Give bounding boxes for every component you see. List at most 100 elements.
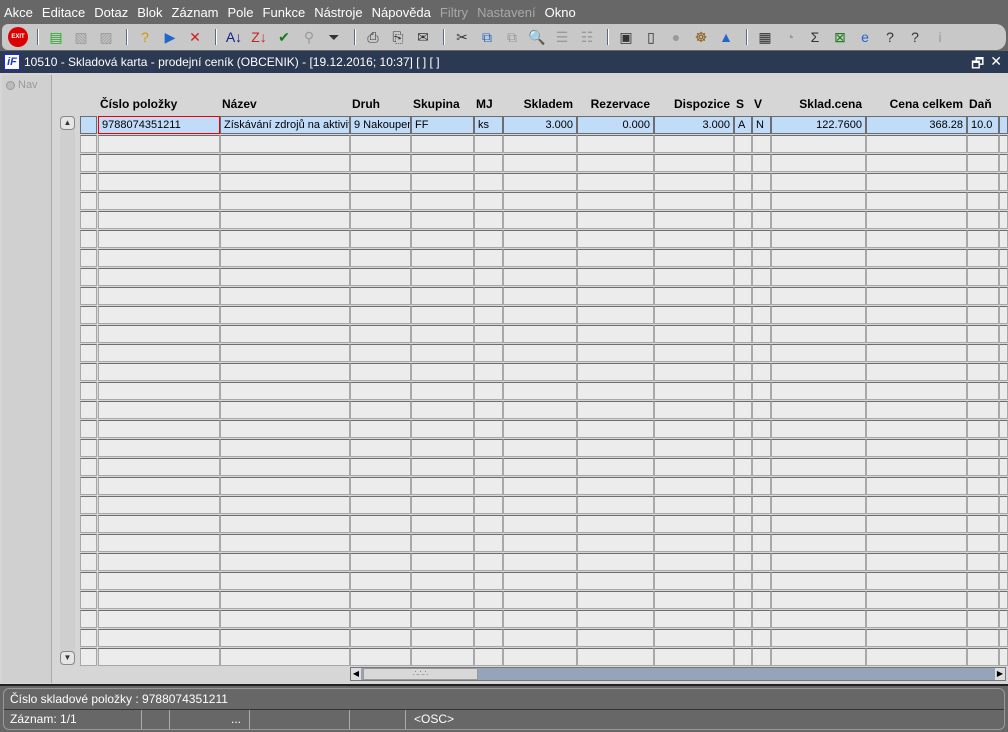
cell-dispozice[interactable] (654, 515, 734, 533)
cell-dan[interactable] (967, 363, 999, 381)
cell-sklad_cena[interactable] (771, 363, 866, 381)
cell-v[interactable] (752, 610, 771, 628)
alert-icon[interactable]: ▲ (715, 27, 737, 47)
duplicate-record-icon[interactable]: ▧ (70, 27, 92, 47)
cell-dispozice[interactable] (654, 154, 734, 172)
cut-icon[interactable]: ✂ (451, 27, 473, 47)
cell-cislo[interactable] (98, 287, 220, 305)
cell-s[interactable] (734, 572, 752, 590)
cell-s[interactable] (734, 591, 752, 609)
cell-skupina[interactable] (411, 230, 474, 248)
cell-dan[interactable] (967, 477, 999, 495)
column-header-dan[interactable]: Daň (969, 97, 992, 111)
cell-rezervace[interactable] (577, 173, 654, 191)
cell-v[interactable] (752, 515, 771, 533)
cell-mj[interactable] (474, 553, 503, 571)
cell-dispozice[interactable] (654, 648, 734, 666)
cell-overflow[interactable] (999, 306, 1008, 324)
cell-cena_celkem[interactable] (866, 610, 967, 628)
cell-skupina[interactable] (411, 591, 474, 609)
cell-s[interactable] (734, 173, 752, 191)
cell-nazev[interactable] (220, 648, 350, 666)
cell-mj[interactable] (474, 382, 503, 400)
cell-skupina[interactable] (411, 610, 474, 628)
cell-s[interactable] (734, 553, 752, 571)
cell-skupina[interactable] (411, 420, 474, 438)
cell-nazev[interactable] (220, 135, 350, 153)
cell-s[interactable] (734, 154, 752, 172)
cell-sklad_cena[interactable] (771, 401, 866, 419)
cell-s[interactable] (734, 458, 752, 476)
cell-s[interactable] (734, 268, 752, 286)
cell-sklad_cena[interactable] (771, 192, 866, 210)
cell-dispozice[interactable] (654, 629, 734, 647)
cell-cena_celkem[interactable] (866, 154, 967, 172)
cell-dispozice[interactable] (654, 382, 734, 400)
cell-cena_celkem[interactable] (866, 230, 967, 248)
sort-descending-icon[interactable]: Z↓ (248, 27, 270, 47)
cell-druh[interactable] (350, 154, 411, 172)
row-selector[interactable] (80, 382, 97, 400)
cell-druh[interactable] (350, 135, 411, 153)
cell-skladem[interactable] (503, 154, 577, 172)
cell-cislo[interactable]: 9788074351211 (98, 116, 220, 134)
row-selector[interactable] (80, 135, 97, 153)
cell-nazev[interactable] (220, 325, 350, 343)
cell-dispozice[interactable] (654, 249, 734, 267)
cell-rezervace[interactable] (577, 553, 654, 571)
cell-cislo[interactable] (98, 268, 220, 286)
cell-s[interactable] (734, 401, 752, 419)
cell-skupina[interactable] (411, 439, 474, 457)
cell-rezervace[interactable] (577, 534, 654, 552)
scroll-thumb[interactable]: ∴∴∴ (363, 668, 478, 680)
cell-cena_celkem[interactable] (866, 211, 967, 229)
cell-mj[interactable] (474, 287, 503, 305)
menu-zaznam[interactable]: Záznam (172, 5, 219, 20)
cell-dan[interactable] (967, 306, 999, 324)
cell-overflow[interactable] (999, 211, 1008, 229)
cell-druh[interactable] (350, 439, 411, 457)
cell-cena_celkem[interactable] (866, 591, 967, 609)
cell-cislo[interactable] (98, 363, 220, 381)
menu-dotaz[interactable]: Dotaz (94, 5, 128, 20)
cell-cislo[interactable] (98, 458, 220, 476)
cell-skladem[interactable] (503, 344, 577, 362)
cell-druh[interactable] (350, 610, 411, 628)
cell-dan[interactable] (967, 192, 999, 210)
cell-cislo[interactable] (98, 306, 220, 324)
row-selector[interactable] (80, 477, 97, 495)
cell-dispozice[interactable] (654, 420, 734, 438)
row-selector[interactable] (80, 401, 97, 419)
document-icon[interactable]: ▯ (640, 27, 662, 47)
info-icon[interactable]: i (929, 27, 951, 47)
cell-druh[interactable] (350, 496, 411, 514)
cell-sklad_cena[interactable] (771, 477, 866, 495)
cell-rezervace[interactable] (577, 325, 654, 343)
cell-overflow[interactable] (999, 230, 1008, 248)
cell-dan[interactable] (967, 610, 999, 628)
cell-dan[interactable] (967, 325, 999, 343)
menu-nastroje[interactable]: Nástroje (314, 5, 362, 20)
cell-skladem[interactable]: 3.000 (503, 116, 577, 134)
cell-mj[interactable] (474, 420, 503, 438)
cell-dan[interactable] (967, 230, 999, 248)
cell-druh[interactable] (350, 515, 411, 533)
cell-cislo[interactable] (98, 534, 220, 552)
wheel-icon[interactable]: ☸ (690, 27, 712, 47)
cell-dan[interactable] (967, 534, 999, 552)
cell-dispozice[interactable] (654, 135, 734, 153)
menu-akce[interactable]: Akce (4, 5, 33, 20)
cell-druh[interactable] (350, 344, 411, 362)
cell-overflow[interactable] (999, 629, 1008, 647)
cell-rezervace[interactable] (577, 192, 654, 210)
cell-skladem[interactable] (503, 211, 577, 229)
cell-nazev[interactable] (220, 401, 350, 419)
cell-druh[interactable] (350, 192, 411, 210)
cell-druh[interactable] (350, 382, 411, 400)
cell-overflow[interactable] (999, 135, 1008, 153)
cell-s[interactable] (734, 344, 752, 362)
cell-overflow[interactable] (999, 439, 1008, 457)
cell-rezervace[interactable] (577, 439, 654, 457)
cell-druh[interactable] (350, 534, 411, 552)
cell-cislo[interactable] (98, 439, 220, 457)
